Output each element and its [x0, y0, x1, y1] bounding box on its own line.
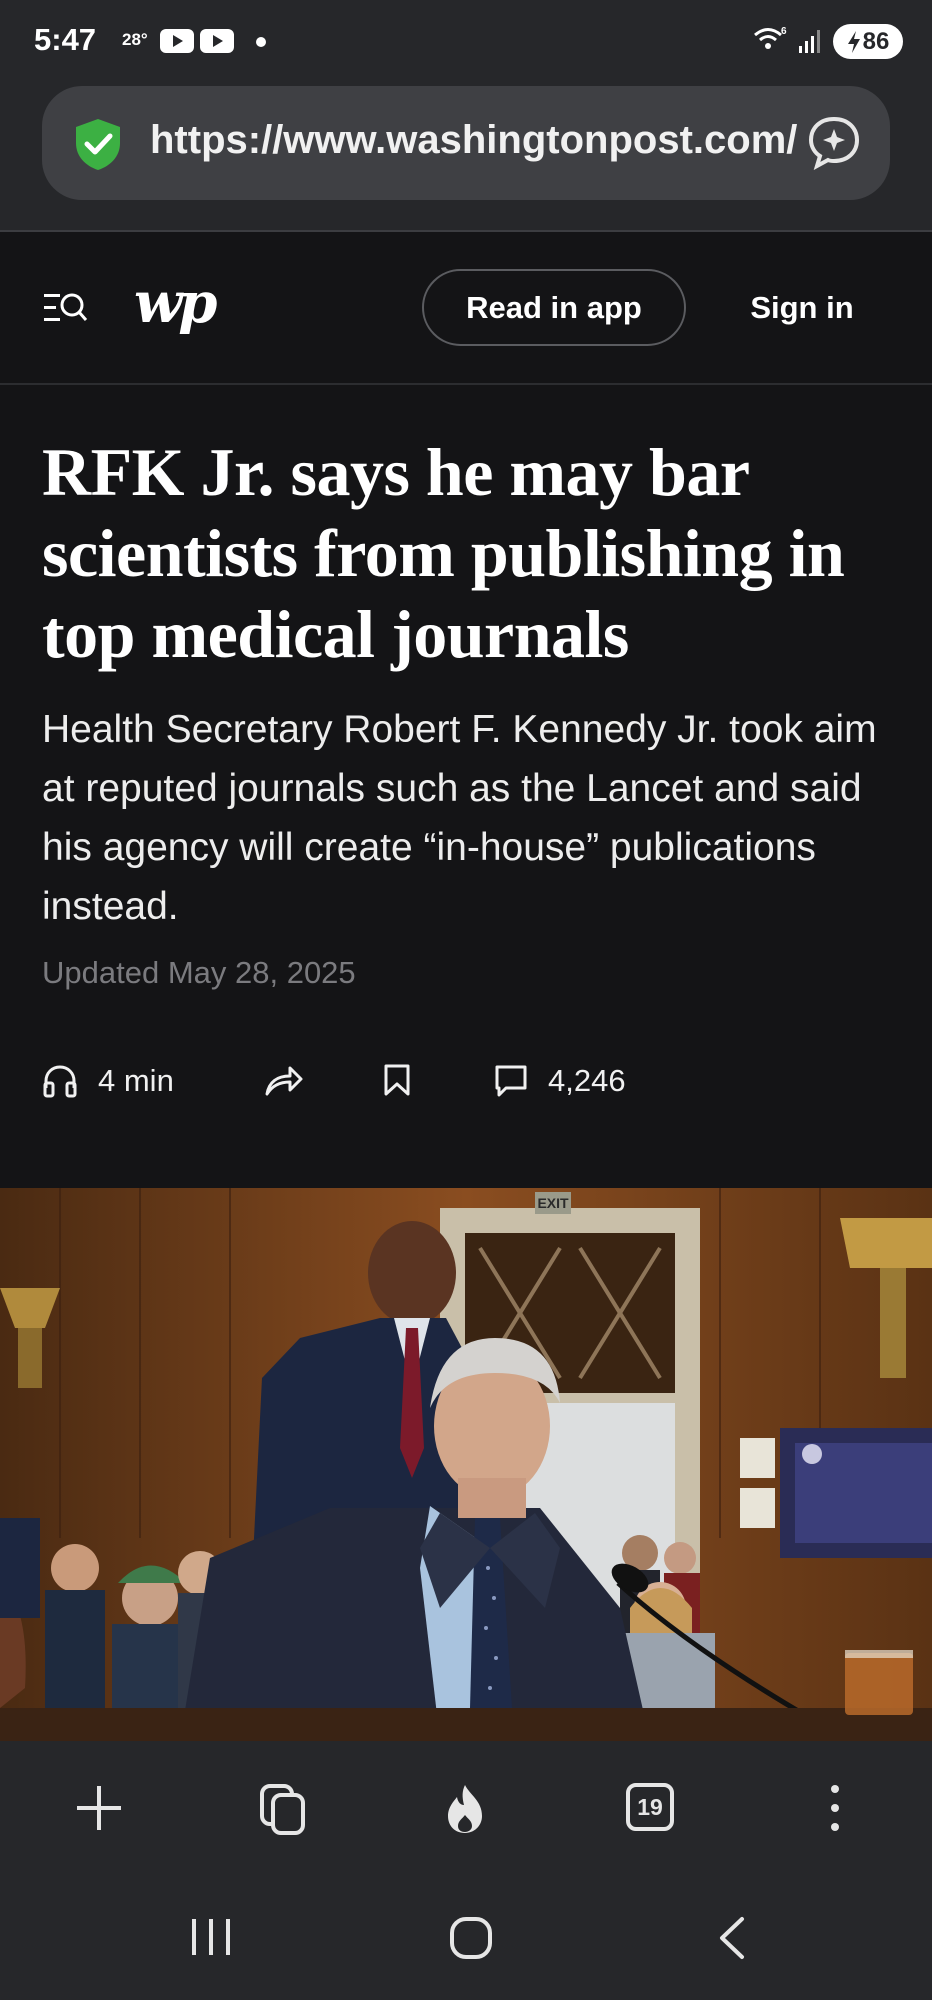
- svg-text:6: 6: [781, 26, 787, 37]
- washington-post-logo[interactable]: wp: [134, 270, 217, 336]
- system-nav-bar: [0, 1887, 932, 2000]
- listen-duration: 4 min: [98, 1063, 174, 1098]
- wifi-icon: 6: [754, 26, 787, 49]
- more-notifications-dot-icon: [256, 37, 266, 47]
- battery-indicator: 86: [833, 24, 903, 59]
- recent-apps-icon[interactable]: [188, 1915, 234, 1959]
- trending-flame-icon[interactable]: [440, 1783, 490, 1835]
- new-tab-plus-icon[interactable]: [74, 1783, 124, 1833]
- exit-sign: EXIT: [537, 1195, 569, 1211]
- site-header: wp Read in app Sign in: [0, 232, 932, 385]
- updated-timestamp: Updated May 28, 2025: [42, 955, 356, 990]
- open-tabs-counter[interactable]: 19: [626, 1783, 674, 1831]
- sign-in-button[interactable]: Sign in: [722, 269, 882, 346]
- browser-url-area: https://www.washingtonpost.com/: [0, 82, 932, 232]
- status-temperature: 28°: [122, 30, 148, 49]
- article-actions: 4 min 4,246: [0, 1055, 932, 1115]
- article-summary: Health Secretary Robert F. Kennedy Jr. t…: [42, 708, 877, 928]
- bookmark-button[interactable]: [382, 1063, 412, 1097]
- menu-search-icon[interactable]: [44, 290, 88, 326]
- url-text[interactable]: https://www.washingtonpost.com/: [150, 118, 826, 163]
- share-icon: [265, 1066, 303, 1096]
- signal-icon: [799, 30, 820, 53]
- comment-count: 4,246: [548, 1063, 626, 1098]
- home-icon[interactable]: [448, 1915, 494, 1961]
- youtube-notification-icon: [160, 29, 194, 53]
- comments-button[interactable]: 4,246: [494, 1063, 626, 1099]
- read-in-app-button[interactable]: Read in app: [422, 269, 686, 346]
- charging-bolt-icon: [847, 30, 860, 53]
- battery-level: 86: [862, 27, 890, 55]
- article-photo[interactable]: EXIT: [0, 1188, 932, 1741]
- assistant-sparkle-icon[interactable]: [806, 114, 862, 170]
- listen-button[interactable]: 4 min: [42, 1063, 174, 1099]
- status-bar: 5:47 28° 6 86: [0, 0, 932, 82]
- comment-icon: [495, 1065, 527, 1097]
- share-button[interactable]: [264, 1063, 304, 1097]
- open-tabs-count: 19: [637, 1793, 663, 1820]
- headphones-icon: [43, 1065, 77, 1098]
- address-bar[interactable]: https://www.washingtonpost.com/: [42, 86, 890, 200]
- more-options-icon[interactable]: [820, 1783, 850, 1833]
- youtube-notification-icon: [200, 29, 234, 53]
- hearing-room-photo: EXIT: [0, 1188, 932, 1741]
- back-icon[interactable]: [714, 1915, 750, 1961]
- bookmark-icon: [384, 1064, 410, 1096]
- browser-toolbar: 19: [0, 1741, 932, 1887]
- secure-shield-icon[interactable]: [70, 116, 126, 172]
- article-headline: RFK Jr. says he may bar scientists from …: [42, 434, 845, 672]
- tab-switcher-icon[interactable]: [258, 1783, 308, 1835]
- status-time: 5:47: [34, 22, 97, 57]
